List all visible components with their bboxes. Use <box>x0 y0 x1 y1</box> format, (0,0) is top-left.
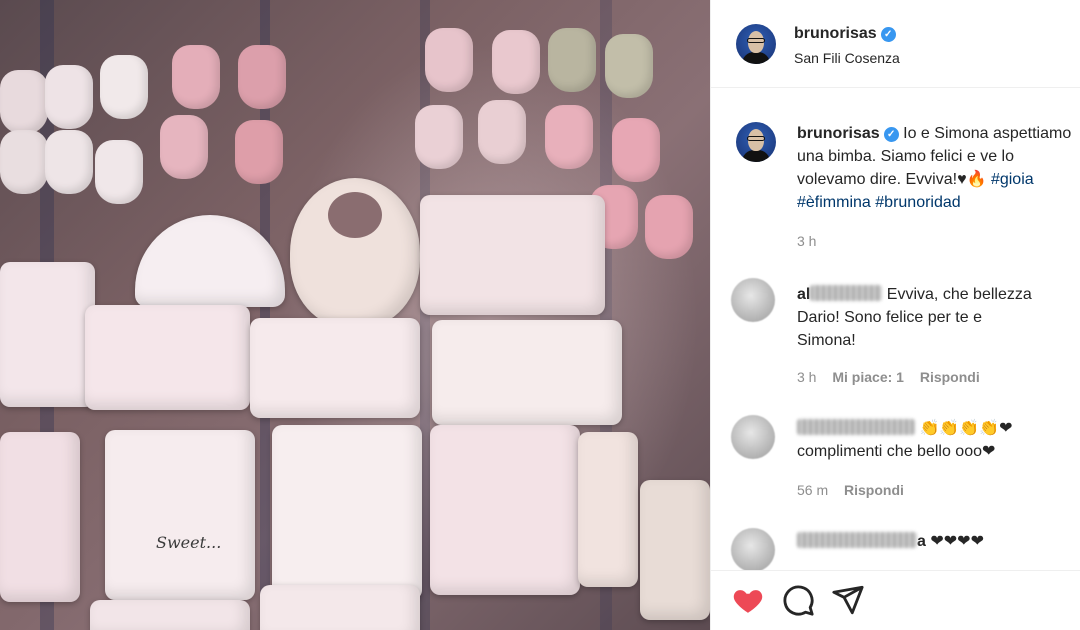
comment-item: al Evviva, che bellezza Dario! Sono feli… <box>797 283 1077 352</box>
post-side-panel: brunorisas ✓ San Fili Cosenza brunorisas ✓… <box>710 0 1080 630</box>
hashtag-link[interactable]: #brunoridad <box>875 194 960 211</box>
caption-author-avatar[interactable] <box>736 122 776 162</box>
comment-icon <box>783 585 814 616</box>
comment-emojis: 👏👏👏👏❤ <box>919 420 1013 437</box>
comment-button[interactable] <box>781 583 815 617</box>
comment-text: Dario! Sono felice per te e <box>797 309 982 326</box>
embroidery-text: Sweet... <box>156 533 222 552</box>
post-location[interactable]: San Fili Cosenza <box>794 50 900 66</box>
commenter-avatar[interactable] <box>731 528 775 572</box>
author-avatar[interactable] <box>736 24 776 64</box>
caption-line: Io e Simona aspettiamo <box>903 125 1072 142</box>
post-header: brunorisas ✓ San Fili Cosenza <box>711 0 1080 88</box>
comment-meta: 3 h Mi piace: 1 Rispondi <box>797 369 980 385</box>
hashtag-link[interactable]: #gioia <box>991 171 1034 188</box>
comment-likes-link[interactable]: Mi piace: 1 <box>832 369 904 385</box>
comment-text: Evviva, che bellezza <box>886 286 1032 303</box>
comment-meta: 56 m Rispondi <box>797 482 904 498</box>
post-caption: brunorisas ✓ Io e Simona aspettiamo una b… <box>797 122 1080 214</box>
commenter-avatar[interactable] <box>731 278 775 322</box>
comment-emojis: ❤❤❤❤ <box>930 533 984 550</box>
caption-username[interactable]: brunorisas <box>797 125 880 142</box>
baby-bib <box>290 178 420 328</box>
post-action-bar <box>711 570 1080 630</box>
author-username[interactable]: brunorisas <box>794 25 877 42</box>
caption-line: volevamo dire. Evviva! <box>797 171 958 188</box>
commenter-username[interactable] <box>797 419 915 435</box>
caption-timestamp[interactable]: 3 h <box>797 233 816 249</box>
comment-item: 👏👏👏👏❤ complimenti che bello ooo❤ <box>797 417 1077 463</box>
share-button[interactable] <box>831 583 865 617</box>
commenter-username[interactable] <box>797 532 917 548</box>
caption-emojis: ♥🔥 <box>957 171 987 188</box>
verified-badge-icon: ✓ <box>883 127 899 142</box>
comment-timestamp[interactable]: 3 h <box>797 369 816 385</box>
caption-line: una bimba. Siamo felici e ve lo <box>797 148 1014 165</box>
like-button[interactable] <box>731 583 765 617</box>
comment-timestamp[interactable]: 56 m <box>797 482 828 498</box>
heart-filled-icon <box>733 590 763 613</box>
post-photo[interactable]: Sweet... <box>0 0 710 630</box>
reply-button[interactable]: Rispondi <box>920 369 980 385</box>
comment-item: a ❤❤❤❤ <box>797 530 1077 553</box>
verified-badge-icon: ✓ <box>880 27 896 42</box>
hashtag-link[interactable]: #èfimmina <box>797 194 871 211</box>
commenter-avatar[interactable] <box>731 415 775 459</box>
commenter-username[interactable]: al <box>797 285 883 303</box>
reply-button[interactable]: Rispondi <box>844 482 904 498</box>
comment-text: Simona! <box>797 332 856 349</box>
share-icon <box>832 585 864 615</box>
comment-text: complimenti che bello ooo❤ <box>797 443 996 460</box>
